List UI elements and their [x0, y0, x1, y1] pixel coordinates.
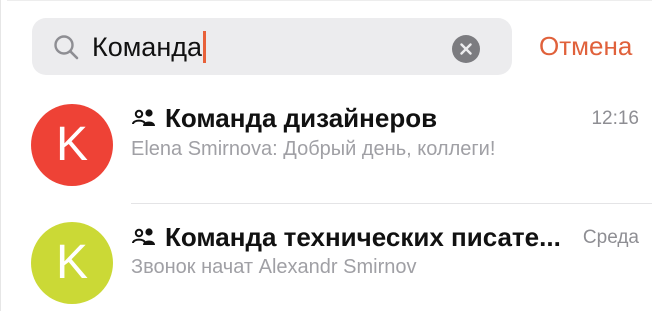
chat-list-item[interactable]: K Команда технических писате... Среда Зв…: [1, 214, 652, 334]
chat-time: 12:16: [591, 107, 639, 129]
chat-title: Команда дизайнеров: [165, 103, 438, 133]
avatar: K: [31, 104, 113, 186]
avatar-letter: K: [55, 236, 88, 289]
search-input[interactable]: Команда: [92, 29, 207, 65]
chat-title-row: Команда дизайнеров 12:16: [131, 103, 639, 134]
search-bar[interactable]: Команда: [32, 18, 512, 75]
chat-time: Среда: [582, 226, 639, 248]
chat-preview: Elena Smirnova: Добрый день, коллеги!: [131, 138, 496, 160]
avatar-letter: K: [55, 118, 88, 171]
chat-title: Команда технических писате...: [165, 222, 561, 252]
avatar: K: [31, 222, 113, 304]
row-divider: [131, 203, 652, 204]
top-divider: [7, 0, 652, 1]
group-chat-icon: [132, 227, 155, 245]
search-icon: [54, 35, 79, 60]
chat-title-row: Команда технических писате... Среда: [131, 222, 639, 253]
clear-search-button[interactable]: [452, 35, 480, 63]
chat-list-item[interactable]: K Команда дизайнеров 12:16 Elena Smirnov…: [1, 96, 652, 216]
chat-preview: Звонок начат Alexandr Smirnov: [131, 256, 417, 278]
search-results-screen: Команда Отмена K Команда дизайнеров 12:1…: [0, 0, 652, 311]
cancel-button[interactable]: Отмена: [539, 30, 632, 62]
group-chat-icon: [132, 108, 155, 126]
text-caret: [203, 31, 207, 63]
search-query: Команда: [92, 32, 203, 62]
close-icon: [460, 43, 472, 55]
